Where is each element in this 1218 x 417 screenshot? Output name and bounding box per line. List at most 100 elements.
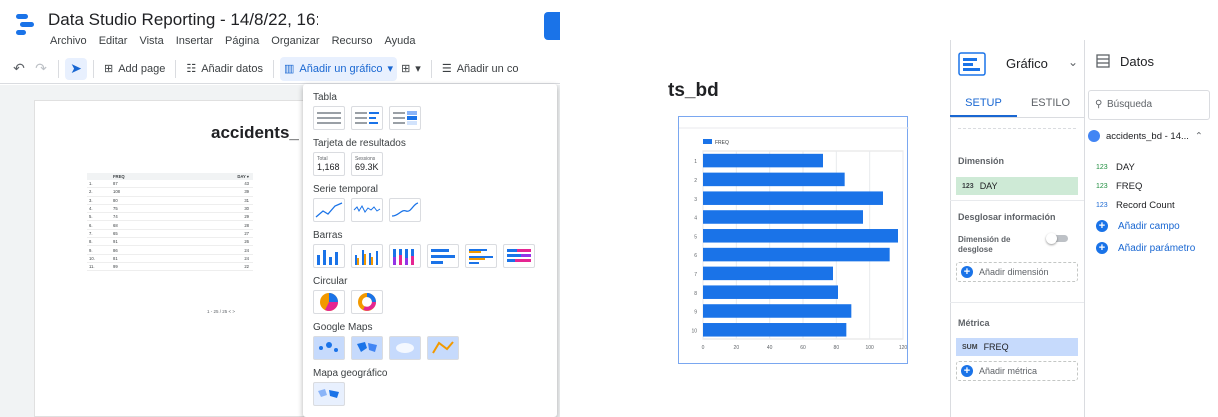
chart-option-column[interactable] bbox=[313, 244, 345, 268]
metric-name: FREQ bbox=[983, 342, 1009, 352]
menu-organizar[interactable]: Organizar bbox=[271, 35, 319, 47]
chart-option-table[interactable] bbox=[313, 106, 345, 130]
menu-ayuda[interactable]: Ayuda bbox=[385, 35, 416, 47]
y-tick-label: 9 bbox=[694, 310, 697, 316]
bar-chart-component[interactable]: FREQ 0 20 40 60 80 100 120 1 2 3 4 5 6 7 8 9 10 bbox=[678, 116, 909, 364]
chart-option-scorecard-compact[interactable]: Sessions 69.3K bbox=[351, 152, 383, 176]
chart-option-grouped-bar[interactable] bbox=[465, 244, 497, 268]
field-item[interactable]: 123 Record Count bbox=[1096, 200, 1175, 211]
chart-option-filled-map[interactable] bbox=[351, 336, 383, 360]
chart-option-time-series[interactable] bbox=[313, 198, 345, 222]
chart-option-line-map[interactable] bbox=[427, 336, 459, 360]
report-title[interactable]: accidents_ bbox=[211, 123, 299, 143]
report-title[interactable]: ts_bd bbox=[668, 80, 719, 102]
smooth-line-icon bbox=[391, 202, 419, 217]
dimension-chip[interactable]: 123 DAY bbox=[956, 177, 1078, 195]
chart-option-scorecard[interactable]: Total 1,168 bbox=[313, 152, 345, 176]
menu-insertar[interactable]: Insertar bbox=[176, 35, 213, 47]
row-number: 11. bbox=[89, 264, 95, 270]
toolbar-divider bbox=[272, 59, 274, 78]
y-tick-label: 10 bbox=[691, 328, 697, 334]
table-chart[interactable]: FREQ DAY ▾ 1. 87 43 2. 108 39 3. 80 31 4. 75 30 5. 74… bbox=[87, 173, 253, 272]
table-row[interactable]: 1. 87 43 bbox=[87, 180, 253, 189]
chart-option-geo-chart[interactable] bbox=[313, 382, 345, 406]
data-panel-icon bbox=[1096, 54, 1110, 68]
menu-vista[interactable]: Vista bbox=[139, 35, 163, 47]
chart-option-stacked-column[interactable] bbox=[389, 244, 421, 268]
table-row[interactable]: 9. 86 24 bbox=[87, 246, 253, 255]
tab-style[interactable]: ESTILO bbox=[1017, 92, 1084, 117]
x-tick-label: 120 bbox=[899, 345, 908, 351]
table-row[interactable]: 10. 81 24 bbox=[87, 255, 253, 263]
legend-swatch bbox=[703, 139, 712, 144]
table-row[interactable]: 11. 99 22 bbox=[87, 263, 253, 272]
cell-day: 30 bbox=[244, 206, 249, 212]
share-button[interactable] bbox=[544, 12, 560, 40]
breakdown-toggle[interactable] bbox=[1046, 233, 1070, 244]
menu-pagina[interactable]: Página bbox=[225, 35, 259, 47]
table-row[interactable]: 6. 68 28 bbox=[87, 221, 253, 230]
chart-option-sparkline[interactable] bbox=[351, 198, 383, 222]
control-icon: ☰ bbox=[441, 63, 452, 75]
field-item[interactable]: 123 DAY bbox=[1096, 162, 1135, 173]
bar bbox=[703, 285, 838, 299]
chart-option-pie[interactable] bbox=[313, 290, 345, 314]
y-tick-label: 2 bbox=[694, 178, 697, 184]
add-field-button[interactable]: + Añadir campo bbox=[1096, 220, 1180, 232]
field-item[interactable]: 123 FREQ bbox=[1096, 181, 1142, 192]
y-tick-label: 8 bbox=[694, 291, 697, 297]
toolbar-divider bbox=[430, 59, 432, 78]
chart-option-heatmap-map[interactable] bbox=[389, 336, 421, 360]
table-row[interactable]: 8. 91 26 bbox=[87, 238, 253, 247]
add-component-button[interactable]: ⊞ ▾ bbox=[397, 57, 425, 81]
chart-option-stacked-bar[interactable] bbox=[503, 244, 535, 268]
metric-chip[interactable]: SUM FREQ bbox=[956, 338, 1078, 356]
plus-icon: + bbox=[1096, 220, 1108, 232]
redo-icon[interactable]: ↷ bbox=[30, 58, 52, 80]
dimension-label: Dimensión bbox=[958, 156, 1005, 166]
toolbar: ↶ ↷ ➤ ⊞ Add page ☷ Añadir datos ▥ Añadir… bbox=[0, 54, 560, 84]
search-box[interactable]: ⚲ Búsqueda bbox=[1088, 90, 1210, 120]
tab-setup[interactable]: SETUP bbox=[950, 92, 1017, 117]
chart-type-label: Gráfico bbox=[1006, 56, 1048, 71]
menu-editar[interactable]: Editar bbox=[99, 35, 128, 47]
chart-option-bar[interactable] bbox=[427, 244, 459, 268]
chart-type-selector[interactable]: Gráfico ⌄ bbox=[950, 40, 1084, 88]
menu-recurso[interactable]: Recurso bbox=[332, 35, 373, 47]
select-pointer-icon[interactable]: ➤ bbox=[65, 57, 87, 80]
table-row[interactable]: 2. 108 39 bbox=[87, 188, 253, 197]
menu-archivo[interactable]: Archivo bbox=[50, 35, 87, 47]
add-data-button[interactable]: ☷ Añadir datos bbox=[182, 57, 267, 81]
chart-option-smoothed-series[interactable] bbox=[389, 198, 421, 222]
scorecard-value: 69.3K bbox=[355, 162, 379, 172]
table-icon bbox=[317, 112, 341, 124]
column-header-freq[interactable]: FREQ bbox=[97, 174, 223, 179]
chevron-down-icon: ▾ bbox=[387, 63, 394, 75]
chart-option-table-bars[interactable] bbox=[351, 106, 383, 130]
chart-option-grouped-column[interactable] bbox=[351, 244, 383, 268]
stacked-column-icon bbox=[393, 249, 414, 265]
cell-freq: 87 bbox=[113, 181, 118, 187]
table-row[interactable]: 5. 74 29 bbox=[87, 213, 253, 222]
table-pager[interactable]: 1 - 25 / 25 < > bbox=[207, 309, 235, 314]
table-row[interactable]: 3. 80 31 bbox=[87, 197, 253, 205]
column-header-day[interactable]: DAY ▾ bbox=[223, 174, 253, 179]
add-chart-button[interactable]: ▥ Añadir un gráfico ▾ bbox=[279, 56, 398, 81]
add-parameter-button[interactable]: + Añadir parámetro bbox=[1096, 242, 1195, 254]
add-metric-button[interactable]: + Añadir métrica bbox=[956, 361, 1078, 381]
grouped-column-icon bbox=[355, 250, 378, 265]
add-control-button[interactable]: ☰ Añadir un co bbox=[438, 57, 523, 81]
chart-option-table-heatmap[interactable] bbox=[389, 106, 421, 130]
table-row[interactable]: 4. 75 30 bbox=[87, 205, 253, 214]
chart-option-bubble-map[interactable] bbox=[313, 336, 345, 360]
add-dimension-label: Añadir dimensión bbox=[979, 267, 1049, 277]
chart-option-donut[interactable] bbox=[351, 290, 383, 314]
cell-day: 22 bbox=[244, 264, 249, 270]
add-page-button[interactable]: ⊞ Add page bbox=[100, 57, 169, 81]
table-row[interactable]: 7. 65 27 bbox=[87, 230, 253, 239]
document-title[interactable]: Data Studio Reporting - 14/8/22, 16:0ć bbox=[48, 10, 318, 30]
undo-icon[interactable]: ↶ bbox=[8, 58, 30, 80]
bar bbox=[703, 247, 890, 262]
data-source-selector[interactable]: accidents_bd - 14... ⌃ bbox=[1088, 130, 1203, 142]
add-dimension-button[interactable]: + Añadir dimensión bbox=[956, 262, 1078, 282]
